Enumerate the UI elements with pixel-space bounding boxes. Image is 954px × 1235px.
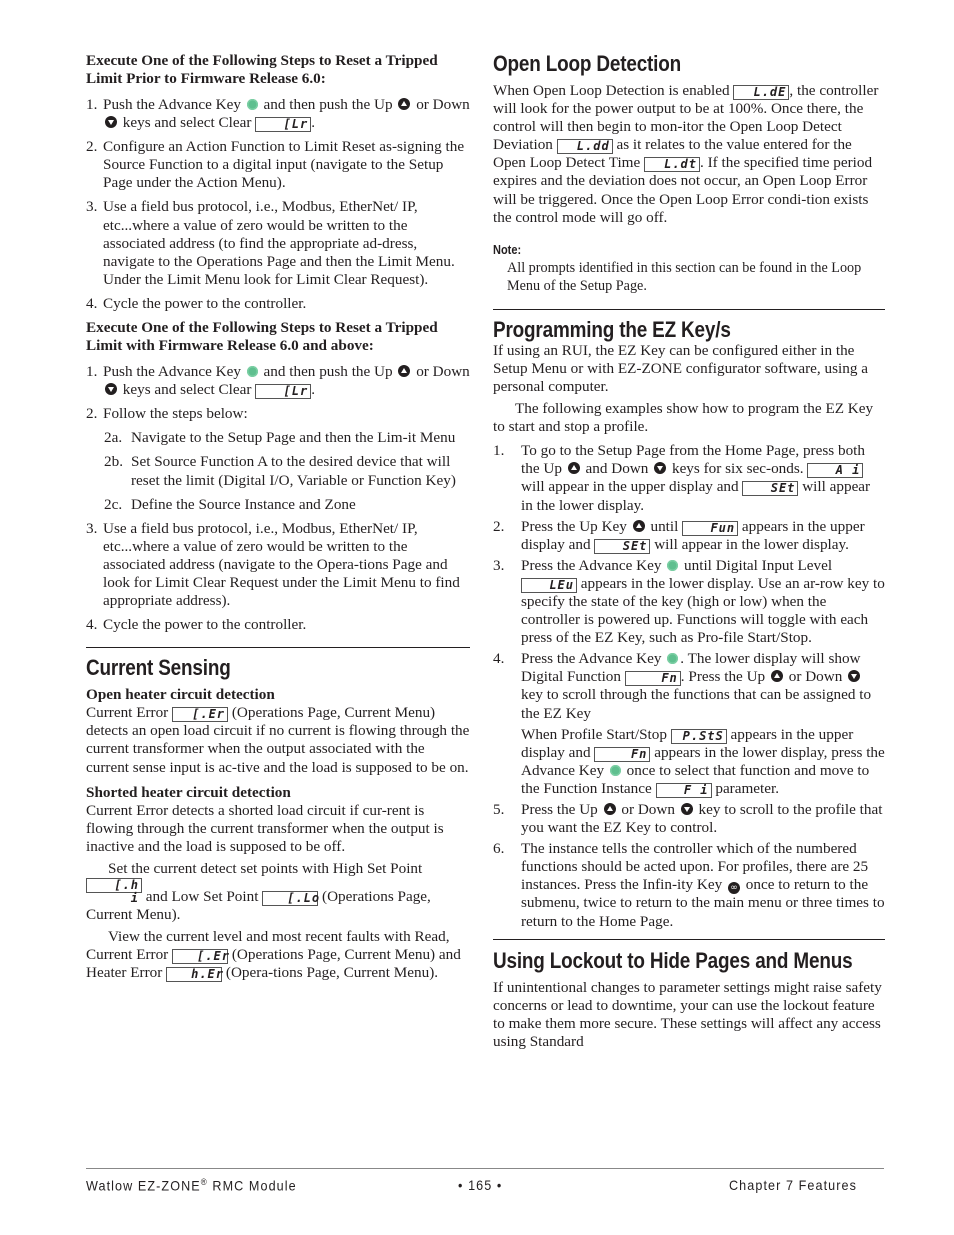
down-key-icon (105, 116, 117, 129)
sub-list-item: 2c. Define the Source Instance and Zone (104, 495, 356, 513)
lockout-title: Using Lockout to Hide Pages and Menus (493, 947, 853, 973)
up-key-icon (398, 98, 411, 110)
display-her: h.Er (166, 967, 223, 983)
section-divider (493, 938, 885, 940)
down-key-icon (680, 803, 693, 815)
reset-after-steps: 1. Push the Advance Key and then push th… (86, 363, 470, 634)
ez-key-intro: If using an RUI, the EZ Key can be confi… (493, 341, 868, 395)
page-number: • 165 • (458, 1177, 503, 1193)
display-ai: A i (807, 463, 864, 479)
display-lde: L.dE (733, 85, 790, 100)
ez-key-steps: 1. To go to the Setup Page from the Home… (493, 442, 885, 930)
open-heater-text: Current Error [.Er (Operations Page, Cur… (86, 704, 470, 776)
advance-key-icon (667, 559, 679, 571)
shorted-heater-text: Current Error detects a shorted load cir… (86, 801, 444, 855)
advance-key-icon (246, 99, 258, 110)
display-fn: Fn (594, 746, 651, 762)
display-clr: [Lr (255, 117, 312, 133)
current-sensing-title: Current Sensing (86, 655, 231, 681)
open-loop-text: When Open Loop Detection is enabled L.dE… (493, 82, 879, 226)
display-set: SEt (742, 481, 799, 497)
display-ldt: L.dt (644, 157, 701, 173)
open-loop-title: Open Loop Detection (493, 51, 682, 76)
display-fi: F i (655, 782, 712, 798)
down-key-icon (105, 383, 117, 396)
open-heater-heading: Open heater circuit detection (86, 686, 275, 704)
note: Note: All prompts identified in this sec… (493, 241, 885, 295)
left-column: Execute One of the Following Steps to Re… (86, 52, 470, 983)
reset-after-heading: Execute One of the Following Steps to Re… (86, 319, 438, 355)
advance-key-icon (667, 653, 679, 665)
infinity-key-icon: ∞ (728, 882, 740, 895)
up-key-icon (632, 519, 645, 532)
down-key-icon (848, 670, 861, 683)
list-item: 3. Use a field bus protocol, i.e., Modbu… (86, 198, 455, 288)
setpoints-text: Set the current detect set points with H… (86, 859, 431, 924)
sub-list-item: 2a. Navigate to the Setup Page and then … (104, 429, 456, 447)
section-divider (493, 308, 885, 310)
section-divider (86, 647, 470, 649)
display-fn: Fn (624, 671, 681, 687)
list-item: 5. Press the Up or Down key to scroll to… (493, 801, 883, 837)
display-psts: P.StS (670, 728, 727, 744)
down-key-icon (654, 462, 667, 475)
note-text: All prompts identified in this section c… (507, 259, 862, 294)
lockout-text: If unintentional changes to parameter se… (493, 978, 882, 1050)
list-item: 1. Push the Advance Key and then push th… (86, 96, 470, 133)
display-clo: [.Lo (262, 891, 319, 906)
ez-key-title: Programming the EZ Key/s (493, 316, 731, 342)
list-item: 4. Cycle the power to the controller. (86, 616, 307, 634)
display-chi: [.h i (86, 878, 142, 905)
list-item: 4. Press the Advance Key . The lower dis… (493, 650, 885, 798)
list-item: 1. To go to the Setup Page from the Home… (493, 442, 871, 514)
display-cer: [.Er (172, 707, 229, 723)
footer-product: Watlow EZ-ZONE® RMC Module (86, 1177, 297, 1194)
display-fun: Fun (682, 520, 739, 536)
ez-key-intro2: The following examples show how to progr… (493, 400, 874, 436)
display-ldd: L.dd (556, 139, 613, 155)
up-key-icon (770, 670, 783, 683)
display-cer: [.Er (172, 949, 229, 965)
display-clr: [Lr (255, 384, 312, 400)
right-column: Open Loop Detection When Open Loop Detec… (493, 52, 885, 1051)
reset-prior-heading: Execute One of the Following Steps to Re… (86, 52, 438, 87)
display-lev: LEu (521, 577, 577, 593)
list-item: 4. Cycle the power to the controller. (86, 294, 307, 312)
footer-rule (86, 1168, 884, 1169)
reset-prior-steps: 1. Push the Advance Key and then push th… (86, 96, 470, 313)
list-item: 2. Configure an Action Function to Limit… (86, 138, 465, 192)
advance-key-icon (246, 366, 258, 378)
list-item: 3. Press the Advance Key until Digital I… (493, 556, 885, 647)
list-item: 6. The instance tells the controller whi… (493, 840, 885, 930)
display-set: SEt (594, 538, 651, 554)
sub-list-item: 2b. Set Source Function A to the desired… (104, 453, 456, 489)
note-label: Note: (493, 242, 522, 257)
list-item: 1. Push the Advance Key and then push th… (86, 363, 470, 400)
list-item: 2. Follow the steps below: (86, 405, 248, 423)
up-key-icon (567, 462, 580, 475)
footer-chapter: Chapter 7 Features (729, 1177, 858, 1193)
view-faults-text: View the current level and most recent f… (86, 928, 461, 983)
advance-key-icon (609, 764, 621, 776)
list-item: 3. Use a field bus protocol, i.e., Modbu… (86, 519, 460, 610)
up-key-icon (603, 803, 616, 815)
up-key-icon (398, 365, 411, 378)
shorted-heater-heading: Shorted heater circuit detection (86, 783, 291, 801)
list-item: 2. Press the Up Key until Fun appears in… (493, 517, 865, 554)
